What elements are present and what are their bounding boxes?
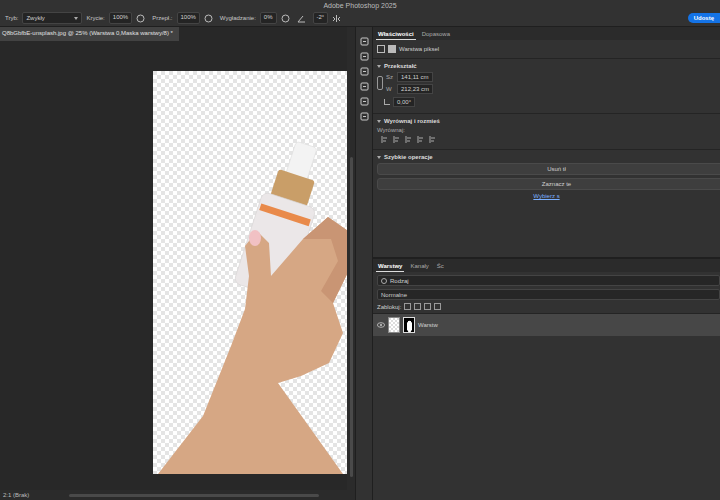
workspace: Q8bGbfbE-unsplash.jpg @ 25% (Warstwa 0,M… [0,27,720,500]
angle-icon [297,14,306,23]
horizontal-scrollbar[interactable] [69,494,319,497]
layer-row[interactable]: Warstw [373,313,720,336]
rotate-icon [384,99,390,105]
lock-row: Zablokuj: [373,303,720,310]
transform-section: PrzekształćSz141,11 cmW212,23 cm0,00° [373,58,720,113]
canvas[interactable] [153,71,347,474]
option-field[interactable]: 100% [177,12,200,24]
properties-panel: Właściwości DopasowaWarstwa piksel Przeksz… [373,27,720,259]
link-icon[interactable] [377,76,383,90]
quick-action-link[interactable]: Wybierz s [377,193,716,199]
width-field[interactable]: 141,11 cm [397,72,433,82]
panel-tab[interactable]: Dopasowa [420,31,452,40]
options-bar: Tryb: Zwykły Krycie: 100% Przepł.: 100% Wygład… [0,10,720,27]
pressure-icon[interactable] [281,14,290,23]
caret-icon [74,17,78,20]
brush-icon[interactable] [360,67,369,76]
lock-option-icon[interactable] [414,303,421,310]
quick-action-button[interactable]: Usuń tł [377,163,720,175]
properties-tabs: Właściwości Dopasowa [373,27,720,40]
lock-option-icon[interactable] [404,303,411,310]
align-icon[interactable] [417,136,424,143]
history-icon[interactable] [360,37,369,46]
layers-panel: Warstwy Kanały Śc Rodzaj Normalne Zablokuj: Wa… [373,259,720,500]
search-icon [381,278,387,284]
photoshop-window: Adobe Photoshop 2025 Tryb: Zwykły Krycie: 10… [0,0,720,500]
align-section: Wyrównaj i rozmieś Wyrównaj: [373,113,720,149]
status-text: 2:1 (Brak) [3,492,29,498]
chevron-icon [377,120,381,123]
panel-tab[interactable]: Śc [435,263,446,272]
comments-icon[interactable] [360,52,369,61]
window-title: Adobe Photoshop 2025 [323,2,396,9]
panel-tab[interactable]: Warstwy [376,263,404,272]
panel-icon-strip [355,27,373,500]
blend-mode-dropdown[interactable]: Normalne [377,289,720,300]
quick-action-button[interactable]: Zaznacz te [377,178,720,190]
hand-with-bottle-image [153,71,347,474]
align-icon[interactable] [393,136,400,143]
option-field[interactable]: 100% [109,12,132,24]
pressure-icon[interactable] [204,14,213,23]
align-label: Wyrównaj: [377,127,716,133]
chevron-icon [377,156,381,159]
panel-tab[interactable]: Kanały [408,263,430,272]
lock-option-icon[interactable] [434,303,441,310]
option-field[interactable]: 0% [260,12,277,24]
mask-icon [388,45,396,53]
status-bar: 2:1 (Brak) [0,490,347,500]
character-icon[interactable] [360,97,369,106]
align-icon[interactable] [381,136,388,143]
pixel-layer-icon [377,45,385,53]
scroll-thumb[interactable] [350,157,353,477]
angle-field[interactable]: -2° [313,12,329,24]
right-panel: Właściwości DopasowaWarstwa piksel Przeksz… [373,27,720,500]
option-label: Tryb: [5,15,18,21]
align-icon[interactable] [429,136,436,143]
angle-field[interactable]: 0,00° [393,97,415,107]
layer-type-row: Warstwa piksel [373,40,720,58]
mode-dropdown[interactable]: Zwykły [22,12,82,24]
vertical-scrollbar[interactable] [347,27,355,500]
height-field[interactable]: 212,23 cm [397,84,433,94]
lock-option-icon[interactable] [424,303,431,310]
align-icon[interactable] [405,136,412,143]
filter-dropdown[interactable]: Rodzaj [377,275,720,286]
layers-tabs: Warstwy Kanały Śc [373,259,720,272]
layer-name: Warstw [418,322,438,328]
option-label: Krycie: [86,15,104,21]
quick-actions-header[interactable]: Szybkie operacje [377,154,716,160]
align-header[interactable]: Wyrównaj i rozmieś [377,118,716,124]
canvas-area [0,41,347,490]
document-area: Q8bGbfbE-unsplash.jpg @ 25% (Warstwa 0,M… [0,27,347,500]
eye-icon[interactable] [377,322,385,328]
symmetry-icon[interactable] [332,14,341,23]
adjustments-icon[interactable] [360,82,369,91]
option-label: Wygładzanie: [220,15,256,21]
chevron-icon [377,65,381,68]
layer-thumbnail [388,317,400,333]
document-tab[interactable]: Q8bGbfbE-unsplash.jpg @ 25% (Warstwa 0,M… [0,27,179,41]
option-label: Przepł.: [152,15,172,21]
transform-header[interactable]: Przekształć [377,63,716,69]
document-tabs: Q8bGbfbE-unsplash.jpg @ 25% (Warstwa 0,M… [0,27,347,41]
paragraph-icon[interactable] [360,112,369,121]
panel-tab[interactable]: Właściwości [376,31,416,40]
title-bar: Adobe Photoshop 2025 [0,0,720,10]
pressure-icon[interactable] [136,14,145,23]
mask-thumbnail [403,317,415,333]
quick-actions-section: Szybkie operacje Usuń tł Zaznacz te Wybierz… [373,149,720,205]
share-button[interactable]: Udostę [688,13,720,23]
